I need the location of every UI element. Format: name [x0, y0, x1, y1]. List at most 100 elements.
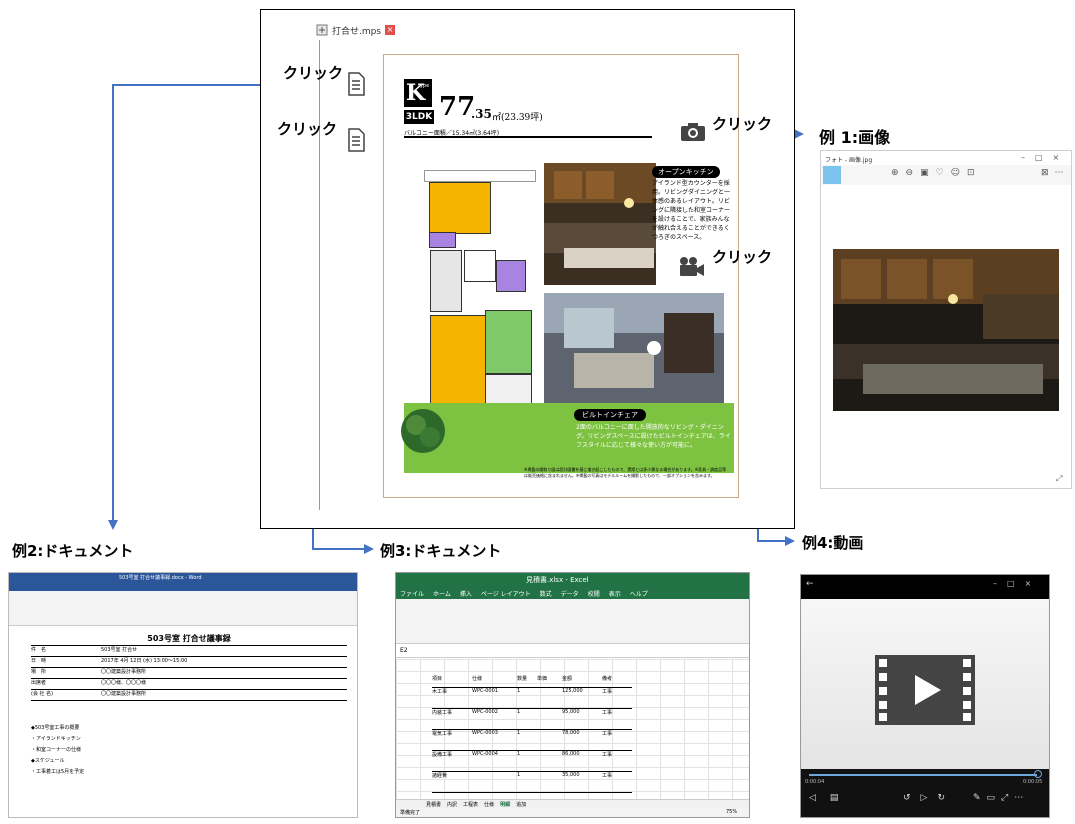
cell[interactable]: [537, 709, 562, 729]
tab-layout[interactable]: ページ レイアウト: [481, 589, 531, 598]
tab-file[interactable]: ファイル: [400, 589, 424, 598]
cell[interactable]: [537, 751, 562, 771]
living-photo: [544, 293, 724, 403]
tree-illustration: [401, 409, 445, 453]
excel-window: 見積書.xlsx - Excel ファイル ホーム 挿入 ページ レイアウト 数…: [395, 572, 750, 818]
tab-view[interactable]: 表示: [609, 589, 621, 598]
cell[interactable]: [537, 688, 562, 708]
example3-label: 例3:ドキュメント: [380, 542, 502, 560]
window-controls[interactable]: –□×: [993, 579, 1041, 588]
time-elapsed: 0:00:04: [805, 779, 825, 785]
tab-review[interactable]: 校閲: [588, 589, 600, 598]
playback-buttons[interactable]: ◁▤: [809, 793, 852, 803]
cell-reference[interactable]: E2: [400, 647, 408, 654]
window-controls[interactable]: –□×: [1021, 153, 1069, 162]
cell[interactable]: 工事: [602, 688, 632, 708]
cell[interactable]: WPC-0003: [472, 730, 517, 750]
excel-ribbon[interactable]: [396, 599, 749, 644]
tab-home[interactable]: ホーム: [433, 589, 451, 598]
tab-data[interactable]: データ: [561, 589, 579, 598]
file-tab-icon: [316, 24, 328, 36]
document-icon-1[interactable]: [346, 72, 366, 100]
sheet-tab[interactable]: 内訳: [447, 801, 457, 808]
back-icon[interactable]: ←: [806, 579, 814, 589]
col-header: 仕様: [472, 676, 483, 682]
cell[interactable]: 電気工事: [432, 730, 472, 750]
sheet-tab[interactable]: 仕様: [484, 801, 494, 808]
word-titlebar: 503号室 打合せ議事録.docx - Word: [9, 573, 357, 583]
video-placeholder-icon: [875, 655, 975, 725]
cell[interactable]: [537, 730, 562, 750]
seek-bar[interactable]: [809, 774, 1037, 776]
file-tab[interactable]: 打合せ.mps ×: [316, 21, 396, 39]
video-player-window: ← –□× 0:00:04 0:00:05 ◁▤ ↺▷↻ ✎▭⤢⋯: [800, 574, 1050, 818]
sheet-tab[interactable]: 工程表: [463, 801, 478, 808]
word-ribbon-tabs[interactable]: [9, 583, 357, 591]
cell[interactable]: WPC-0002: [472, 709, 517, 729]
view-mode-button[interactable]: [823, 166, 841, 184]
cell[interactable]: 工事: [602, 730, 632, 750]
word-ribbon[interactable]: [9, 591, 357, 626]
row-val: 〇〇建築設計事務所: [101, 669, 147, 675]
row-val: 〇〇建築設計事務所: [101, 691, 147, 697]
cell[interactable]: 設備工事: [432, 751, 472, 771]
seek-handle[interactable]: [1034, 770, 1042, 778]
document-icon-2[interactable]: [346, 128, 366, 156]
formula-bar[interactable]: E2: [396, 645, 749, 658]
excel-tabs[interactable]: ファイル ホーム 挿入 ページ レイアウト 数式 データ 校閲 表示 ヘルプ: [396, 587, 749, 599]
tab-help[interactable]: ヘルプ: [630, 589, 648, 598]
excel-grid[interactable]: 項目 仕様 数量 単価 金額 備考 木工事 WPC-0001 1 125,000 工事 内装工事 W…: [396, 659, 749, 799]
excel-status-bar: 準備完了 75%: [396, 808, 749, 817]
tab-insert[interactable]: 挿入: [460, 589, 472, 598]
image-viewer-title: フォト - 画像.jpg: [825, 157, 873, 164]
cell[interactable]: 工事: [602, 772, 632, 792]
video-area[interactable]: [801, 599, 1049, 769]
cell[interactable]: 78,000: [562, 730, 602, 750]
play-controls[interactable]: ↺▷↻: [903, 793, 955, 803]
camera-icon[interactable]: [680, 122, 706, 146]
expand-icon[interactable]: ⤢: [1056, 474, 1062, 484]
more-icons[interactable]: ⊠⋯: [1041, 168, 1070, 178]
cell[interactable]: 1: [517, 730, 537, 750]
cell[interactable]: 86,000: [562, 751, 602, 771]
tab-formulas[interactable]: 数式: [540, 589, 552, 598]
click-label-2: クリック: [277, 120, 338, 138]
sheet-tab-active[interactable]: 明細: [500, 801, 510, 808]
close-tab-icon[interactable]: ×: [385, 25, 396, 35]
example4-label: 例4:動画: [802, 534, 864, 552]
cell[interactable]: [537, 772, 562, 792]
cell[interactable]: 工事: [602, 709, 632, 729]
col-header: 金額: [562, 676, 573, 682]
video-camera-icon[interactable]: [678, 256, 706, 282]
cell[interactable]: 諸経費: [432, 772, 472, 792]
cell[interactable]: 1: [517, 709, 537, 729]
extra-controls[interactable]: ✎▭⤢⋯: [973, 793, 1029, 803]
cell[interactable]: 1: [517, 751, 537, 771]
doc-title: 503号室 打合せ議事録: [147, 634, 231, 643]
cell[interactable]: 内装工事: [432, 709, 472, 729]
cell[interactable]: 工事: [602, 751, 632, 771]
cell[interactable]: 125,000: [562, 688, 602, 708]
cell[interactable]: 95,000: [562, 709, 602, 729]
col-header: 備考: [602, 676, 613, 682]
sheet-tab[interactable]: 見積書: [426, 801, 441, 808]
image-viewer-toolbar: ⊕⊖▣♡☺⊡ ⊠⋯: [821, 165, 1071, 185]
col-header: 項目: [432, 676, 443, 682]
area-int: 77: [439, 92, 476, 122]
cell[interactable]: 35,000: [562, 772, 602, 792]
excel-titlebar: 見積書.xlsx - Excel: [396, 573, 749, 587]
toolbar-icons[interactable]: ⊕⊖▣♡☺⊡: [891, 168, 982, 178]
cell[interactable]: 1: [517, 688, 537, 708]
zoom-level: 75%: [726, 809, 738, 815]
area-dec: .35: [471, 107, 492, 121]
image-viewer-window: フォト - 画像.jpg –□× ⊕⊖▣♡☺⊡ ⊠⋯ ⤢: [820, 150, 1072, 489]
cell[interactable]: 木工事: [432, 688, 472, 708]
status-text: 準備完了: [400, 810, 421, 816]
cell[interactable]: [472, 772, 517, 792]
sheet-tab[interactable]: 追加: [516, 801, 526, 808]
body-line: ◆スケジュール: [31, 758, 65, 764]
time-total: 0:00:05: [1023, 779, 1043, 785]
cell[interactable]: WPC-0001: [472, 688, 517, 708]
cell[interactable]: WPC-0004: [472, 751, 517, 771]
cell[interactable]: 1: [517, 772, 537, 792]
